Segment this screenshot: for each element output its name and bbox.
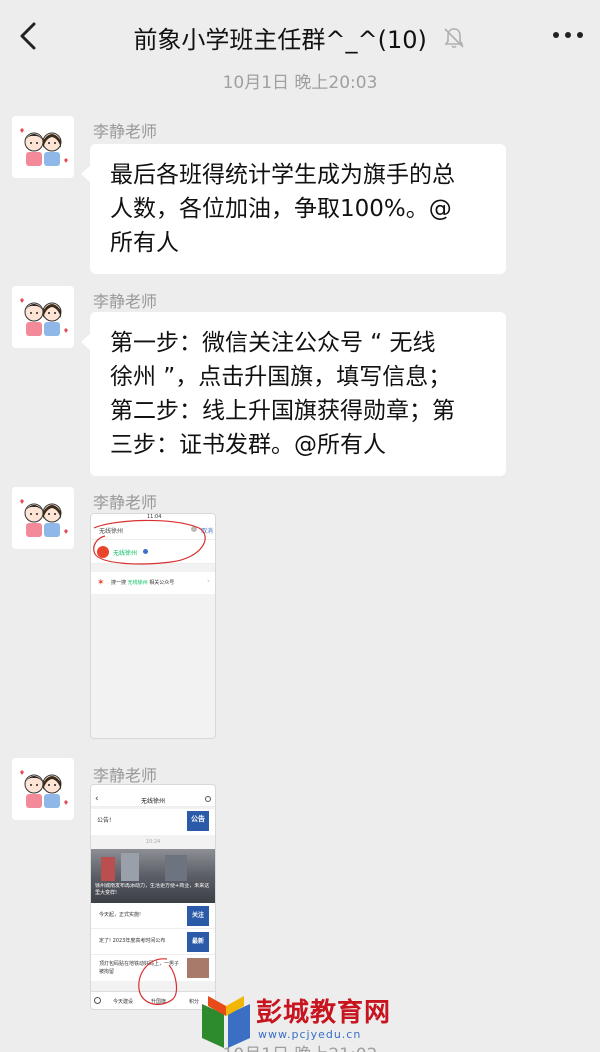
- article-thumb: 关注: [187, 906, 209, 926]
- banner-image: 徐州城南发布再添动力，生活更方便+商业，未来这里大变样!: [91, 849, 215, 903]
- cartoon-couple-avatar-image: [12, 487, 74, 549]
- chat-header: 前象小学班主任群^_^(10): [0, 0, 600, 70]
- sender-name: 李静老师: [93, 292, 158, 311]
- red-circle-annotation: [93, 519, 206, 565]
- article-item: 公告! 公告: [91, 809, 215, 835]
- article-thumb: 公告: [187, 811, 209, 831]
- chat-title-row: 前象小学班主任群^_^(10): [0, 20, 600, 55]
- watermark-name: 彭城教育网: [256, 998, 392, 1028]
- building-shape: [165, 855, 187, 881]
- profile-icon: [205, 796, 211, 802]
- watermark-url: www.pcjyedu.cn: [258, 1028, 362, 1041]
- sender-name: 李静老师: [93, 493, 158, 512]
- message-text-line: 所有人: [110, 230, 179, 256]
- sender-name: 李静老师: [93, 122, 158, 141]
- red-circle-annotation: [138, 958, 178, 1006]
- image-message[interactable]: 11:04 无线徐州 取消 无线徐州 ✶ 搜一搜 无线徐州 相关公众号 ›: [90, 513, 216, 739]
- cartoon-couple-avatar-image: [12, 758, 74, 820]
- article-item: 今天起，正式实施! 关注: [91, 903, 215, 929]
- image-message[interactable]: ‹ 无线徐州 公告! 公告 10:24 徐州城南发布再添动力，生活更方便+商业，…: [90, 784, 216, 1010]
- article-title: 定了! 2023年度高考时间公布: [99, 938, 166, 944]
- message-text-line: 徐州 ”，点击升国旗，填写信息；: [110, 364, 452, 390]
- cartoon-couple-avatar-image: [12, 116, 74, 178]
- message-text-line: 三步：证书发群。@所有人: [110, 432, 386, 458]
- article-title: 公告!: [97, 817, 112, 824]
- book-logo-icon: [202, 996, 250, 1048]
- more-options-icon[interactable]: [550, 22, 586, 48]
- message-text-line: 第二步：线上升国旗获得勋章；第: [110, 398, 455, 424]
- article-thumb: [187, 958, 209, 978]
- keyboard-icon: [94, 997, 101, 1004]
- article-time: 10:24: [145, 839, 161, 845]
- chat-title: 前象小学班主任群^_^(10): [133, 26, 427, 54]
- menu-tab: 今天建设: [113, 999, 134, 1005]
- account-nav-bar: ‹ 无线徐州: [91, 793, 215, 807]
- message-text-line: 第一步：微信关注公众号 “ 无线: [110, 330, 436, 356]
- message-timestamp: 10月1日 晚上20:03: [222, 73, 378, 93]
- banner-caption: 徐州城南发布再添动力，生活更方便+商业，未来这里大变样!: [95, 883, 210, 896]
- message-bubble[interactable]: 第一步：微信关注公众号 “ 无线 徐州 ”，点击升国旗，填写信息； 第二步：线上…: [81, 312, 506, 476]
- message-text-line: 人数，各位加油，争取100%。@: [110, 196, 452, 222]
- sender-name: 李静老师: [93, 766, 158, 785]
- article-thumb: 最新: [187, 932, 209, 952]
- message-bubble[interactable]: 最后各班得统计学生成为旗手的总 人数，各位加油，争取100%。@ 所有人: [81, 144, 506, 274]
- avatar[interactable]: [12, 286, 74, 348]
- watermark: 彭城教育网 www.pcjyedu.cn: [198, 990, 418, 1050]
- mute-bell-icon: [443, 28, 464, 49]
- avatar[interactable]: [12, 487, 74, 549]
- message-text-line: 最后各班得统计学生成为旗手的总: [110, 162, 455, 188]
- cartoon-couple-avatar-image: [12, 286, 74, 348]
- avatar[interactable]: [12, 758, 74, 820]
- article-item: 定了! 2023年度高考时间公布 最新: [91, 929, 215, 955]
- article-title: 今天起，正式实施!: [99, 912, 142, 918]
- building-shape: [101, 857, 115, 881]
- account-nav-title: 无线徐州: [140, 798, 165, 805]
- building-shape: [121, 853, 139, 881]
- avatar[interactable]: [12, 116, 74, 178]
